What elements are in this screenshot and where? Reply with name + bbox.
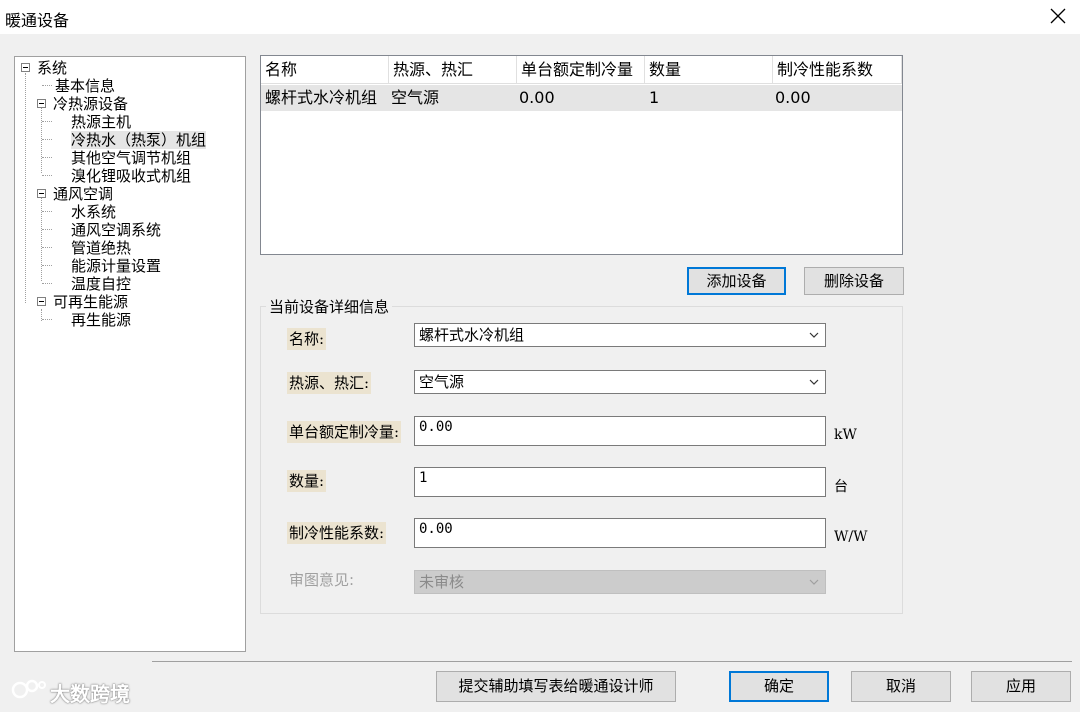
equipment-list[interactable]: 名称 热源、热汇 单台额定制冷量 数量 制冷性能系数 螺杆式水冷机组 空气源 0… xyxy=(260,55,903,255)
tree-line xyxy=(42,319,52,320)
quantity-unit: 台 xyxy=(834,479,848,495)
name-label: 名称: xyxy=(287,328,327,350)
collapse-icon[interactable] xyxy=(37,297,46,306)
cop-input[interactable]: 0.00 xyxy=(414,518,826,548)
ok-button[interactable]: 确定 xyxy=(729,671,829,702)
capacity-unit: kW xyxy=(834,427,857,443)
cancel-button[interactable]: 取消 xyxy=(851,671,951,702)
source-dropdown[interactable]: 空气源 xyxy=(414,370,826,394)
tree-item-system[interactable]: 系统 xyxy=(37,59,67,77)
collapse-icon[interactable] xyxy=(37,99,46,108)
source-label: 热源、热汇: xyxy=(287,372,372,394)
tree-line xyxy=(42,229,52,230)
capacity-input[interactable]: 0.00 xyxy=(414,416,826,446)
tree-item-temp-control[interactable]: 温度自控 xyxy=(71,275,131,293)
column-header-quantity[interactable]: 数量 xyxy=(645,56,773,84)
watermark-text: 大数跨境 xyxy=(50,682,130,706)
system-tree[interactable]: 系统 基本信息 冷热源设备 热源主机 冷热水（热泵）机组 其他空气调节机组 溴化… xyxy=(14,56,246,652)
tree-line xyxy=(42,175,52,176)
tree-item-libr-absorption[interactable]: 溴化锂吸收式机组 xyxy=(71,167,191,185)
collapse-icon[interactable] xyxy=(21,63,30,72)
collapse-icon[interactable] xyxy=(37,189,46,198)
quantity-label: 数量: xyxy=(287,470,327,492)
tree-line xyxy=(42,247,52,248)
tree-item-renewable-source[interactable]: 再生能源 xyxy=(71,311,131,329)
review-dropdown: 未审核 xyxy=(414,570,826,594)
tree-line xyxy=(42,265,52,266)
tree-item-water-system[interactable]: 水系统 xyxy=(71,203,116,221)
cell-cop: 0.00 xyxy=(775,88,811,107)
cop-unit: W/W xyxy=(834,529,868,545)
name-dropdown[interactable]: 螺杆式水冷机组 xyxy=(414,323,826,347)
delete-device-button[interactable]: 删除设备 xyxy=(804,267,904,295)
tree-line xyxy=(41,107,42,173)
tree-item-ventilation-ac-system[interactable]: 通风空调系统 xyxy=(71,221,161,239)
tree-item-ventilation-ac[interactable]: 通风空调 xyxy=(53,185,113,203)
column-header-source[interactable]: 热源、热汇 xyxy=(389,56,517,84)
title-bar: 暖通设备 xyxy=(0,0,1080,34)
tree-item-chiller-heatpump[interactable]: 冷热水（热泵）机组 xyxy=(71,131,207,149)
chevron-down-icon xyxy=(809,332,819,338)
source-value: 空气源 xyxy=(419,373,465,391)
tree-line xyxy=(42,85,52,86)
cell-name: 螺杆式水冷机组 xyxy=(265,88,378,107)
cop-label: 制冷性能系数: xyxy=(287,522,387,544)
review-label: 审图意见: xyxy=(289,571,355,589)
review-value: 未审核 xyxy=(419,573,465,591)
tree-item-cold-heat-source[interactable]: 冷热源设备 xyxy=(53,95,128,113)
quantity-input[interactable]: 1 xyxy=(414,467,826,497)
cell-quantity: 1 xyxy=(649,88,660,107)
submit-to-designer-button[interactable]: 提交辅助填写表给暖通设计师 xyxy=(436,671,676,702)
close-icon[interactable] xyxy=(1046,4,1070,28)
tree-line xyxy=(25,73,26,303)
details-group xyxy=(260,306,903,614)
capacity-label: 单台额定制冷量: xyxy=(287,421,402,443)
chevron-down-icon xyxy=(809,579,819,585)
column-header-cop[interactable]: 制冷性能系数 xyxy=(773,56,902,84)
tree-line xyxy=(41,197,42,281)
apply-button[interactable]: 应用 xyxy=(971,671,1071,702)
footer-separator xyxy=(152,661,1072,662)
window-title: 暖通设备 xyxy=(5,11,70,30)
tree-item-energy-metering[interactable]: 能源计量设置 xyxy=(71,257,161,275)
name-value: 螺杆式水冷机组 xyxy=(419,326,525,344)
chevron-down-icon xyxy=(809,379,819,385)
tree-line xyxy=(42,283,52,284)
tree-item-pipe-insulation[interactable]: 管道绝热 xyxy=(71,239,131,257)
tree-item-basic-info[interactable]: 基本信息 xyxy=(55,77,115,95)
tree-item-renewable[interactable]: 可再生能源 xyxy=(53,293,128,311)
tree-line xyxy=(42,139,52,140)
cell-capacity: 0.00 xyxy=(519,88,555,107)
tree-line xyxy=(42,157,52,158)
tree-item-other-ac-units[interactable]: 其他空气调节机组 xyxy=(71,149,191,167)
tree-line xyxy=(42,121,52,122)
column-header-name[interactable]: 名称 xyxy=(261,56,389,84)
details-group-title: 当前设备详细信息 xyxy=(266,296,393,317)
tree-line xyxy=(42,211,52,212)
cell-source: 空气源 xyxy=(391,88,440,107)
column-header-capacity[interactable]: 单台额定制冷量 xyxy=(517,56,645,84)
watermark-logo-icon xyxy=(11,679,46,699)
tree-item-heat-source-host[interactable]: 热源主机 xyxy=(71,113,131,131)
add-device-button[interactable]: 添加设备 xyxy=(687,267,786,295)
